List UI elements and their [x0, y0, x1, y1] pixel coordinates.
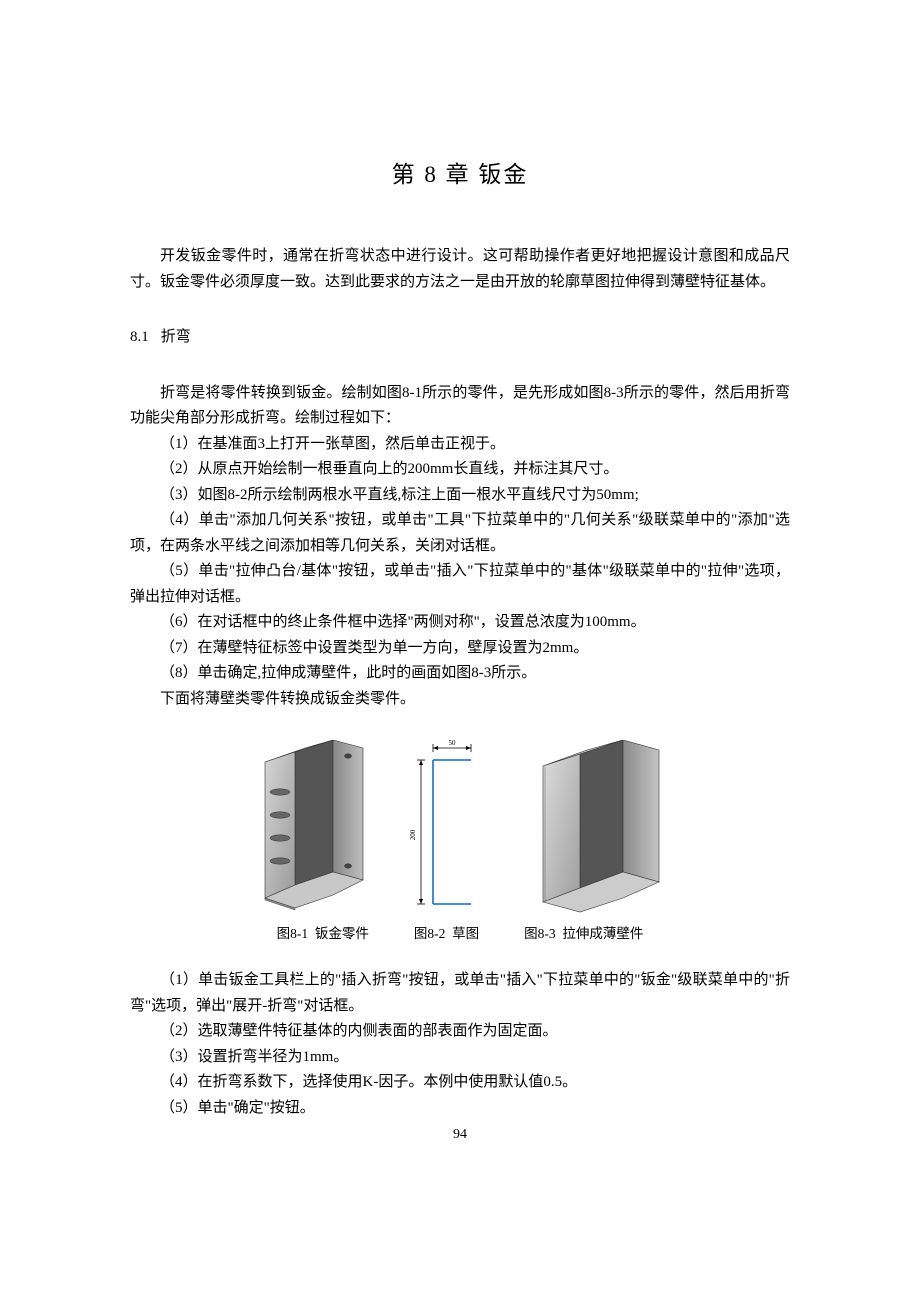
- step-a-3: （3）如图8-2所示绘制两根水平直线,标注上面一根水平直线尺寸为50mm;: [130, 483, 790, 509]
- step-a-2: （2）从原点开始绘制一根垂直向上的200mm长直线，并标注其尺寸。: [130, 457, 790, 483]
- step-a-5: （5）单击"拉伸凸台/基体"按钮，或单击"插入"下拉菜单中的"基体"级联菜单中的…: [130, 559, 790, 610]
- sheet-metal-part-icon: [245, 740, 375, 915]
- caption-8-2: 图8-2 草图: [414, 923, 479, 946]
- section-number: 8.1: [130, 329, 149, 345]
- step-b-5: （5）单击"确定"按钮。: [130, 1096, 790, 1122]
- dim-side: 200: [409, 829, 417, 840]
- intro-paragraph: 开发钣金零件时，通常在折弯状态中进行设计。这可帮助操作者更好地把握设计意图和成品…: [130, 244, 790, 295]
- dim-top: 50: [449, 740, 457, 747]
- fig-caption: 草图: [452, 926, 479, 941]
- fig-label: 图8-1: [277, 926, 309, 941]
- step-a-6: （6）在对话框中的终止条件框中选择"两侧对称"，设置总浓度为100mm。: [130, 610, 790, 636]
- figure-8-2: 50 200: [405, 740, 495, 915]
- caption-8-1: 图8-1 钣金零件: [277, 923, 369, 946]
- captions-row: 图8-1 钣金零件 图8-2 草图 图8-3 拉伸成薄壁件: [130, 923, 790, 946]
- step-a-4: （4）单击"添加几何关系"按钮，或单击"工具"下拉菜单中的"几何关系"级联菜单中…: [130, 508, 790, 559]
- step-a-1: （1）在基准面3上打开一张草图，然后单击正视于。: [130, 432, 790, 458]
- fig-caption: 拉伸成薄壁件: [562, 926, 643, 941]
- chapter-title: 第 8 章 钣金: [130, 155, 790, 194]
- fig-label: 图8-3: [524, 926, 556, 941]
- caption-8-3: 图8-3 拉伸成薄壁件: [524, 923, 643, 946]
- figure-8-1: [245, 740, 375, 915]
- step-a-8: （8）单击确定,拉伸成薄壁件，此时的画面如图8-3所示。: [130, 661, 790, 687]
- step-b-3: （3）设置折弯半径为1mm。: [130, 1045, 790, 1071]
- after-steps-a: 下面将薄壁类零件转换成钣金类零件。: [130, 687, 790, 713]
- figure-8-3: [525, 740, 675, 915]
- fig-caption: 钣金零件: [315, 926, 369, 941]
- step-b-4: （4）在折弯系数下，选择使用K-因子。本例中使用默认值0.5。: [130, 1070, 790, 1096]
- section-8-1-heading: 8.1 折弯: [130, 325, 790, 351]
- sketch-icon: 50 200: [405, 740, 495, 915]
- step-a-7: （7）在薄壁特征标签中设置类型为单一方向，壁厚设置为2mm。: [130, 636, 790, 662]
- section-lead: 折弯是将零件转换到钣金。绘制如图8-1所示的零件，是先形成如图8-3所示的零件，…: [130, 381, 790, 432]
- fig-label: 图8-2: [414, 926, 446, 941]
- section-title: 折弯: [161, 329, 191, 345]
- step-b-1: （1）单击钣金工具栏上的"插入折弯"按钮，或单击"插入"下拉菜单中的"钣金"级联…: [130, 968, 790, 1019]
- page-number: 94: [0, 1123, 920, 1147]
- step-b-2: （2）选取薄壁件特征基体的内侧表面的部表面作为固定面。: [130, 1019, 790, 1045]
- figures-row: 50 200: [130, 740, 790, 915]
- thin-wall-part-icon: [525, 740, 675, 915]
